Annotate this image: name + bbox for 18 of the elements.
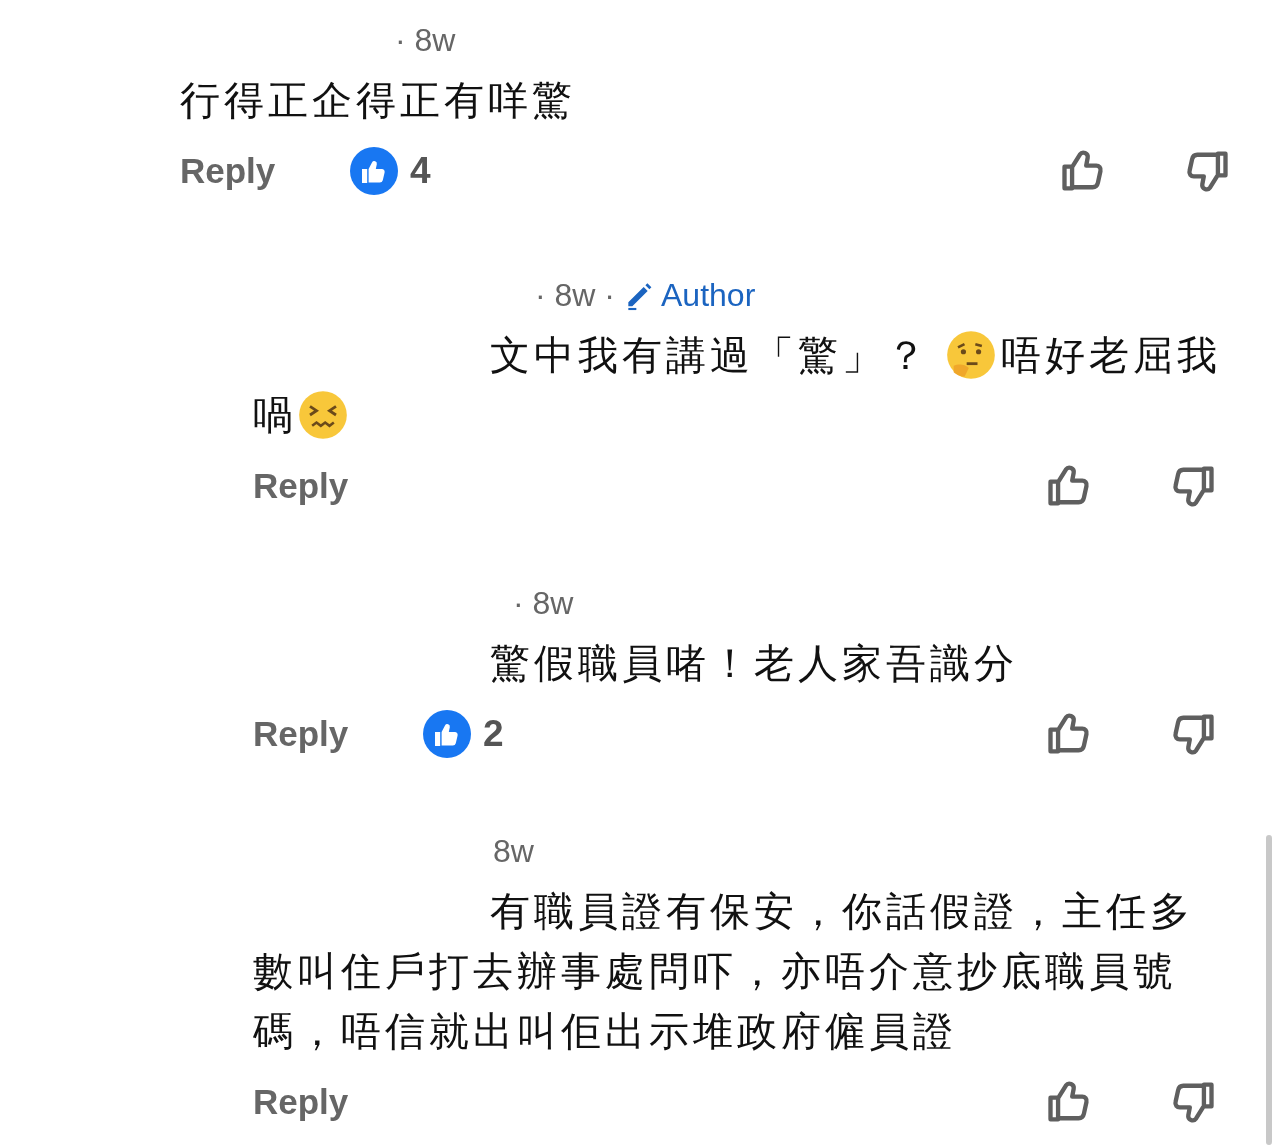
reply-button[interactable]: Reply: [180, 151, 350, 191]
reply-button[interactable]: Reply: [253, 466, 423, 506]
scrollbar[interactable]: [1266, 835, 1272, 1145]
thinking-face-icon: [945, 329, 998, 381]
comment-text: 驚假職員啫！老人家吾識分: [489, 640, 1019, 687]
comment-time: · 8w: [513, 584, 574, 622]
confounded-face-icon: [297, 389, 349, 441]
like-count: 2: [483, 713, 504, 755]
comment-time: 8w: [493, 832, 534, 870]
comment-time: · 8w ·: [535, 276, 615, 314]
reply-button[interactable]: Reply: [253, 714, 423, 754]
reply-button[interactable]: Reply: [253, 1082, 423, 1122]
comment-text: 有職員證有保安，你話假證，主任多數叫住戶打去辦事處問吓，亦唔介意抄底職員號碼，唔信就出叫佢出示堆政府僱員證: [253, 888, 1195, 1055]
like-count: 4: [410, 150, 431, 192]
author-label: Author: [623, 276, 756, 314]
comment-text: 行得正企得正有咩驚: [180, 77, 577, 124]
comment-time: · 8w: [395, 21, 456, 59]
comment-text: 文中我有講過「驚」？ 唔好老屈我喎: [253, 325, 1223, 445]
